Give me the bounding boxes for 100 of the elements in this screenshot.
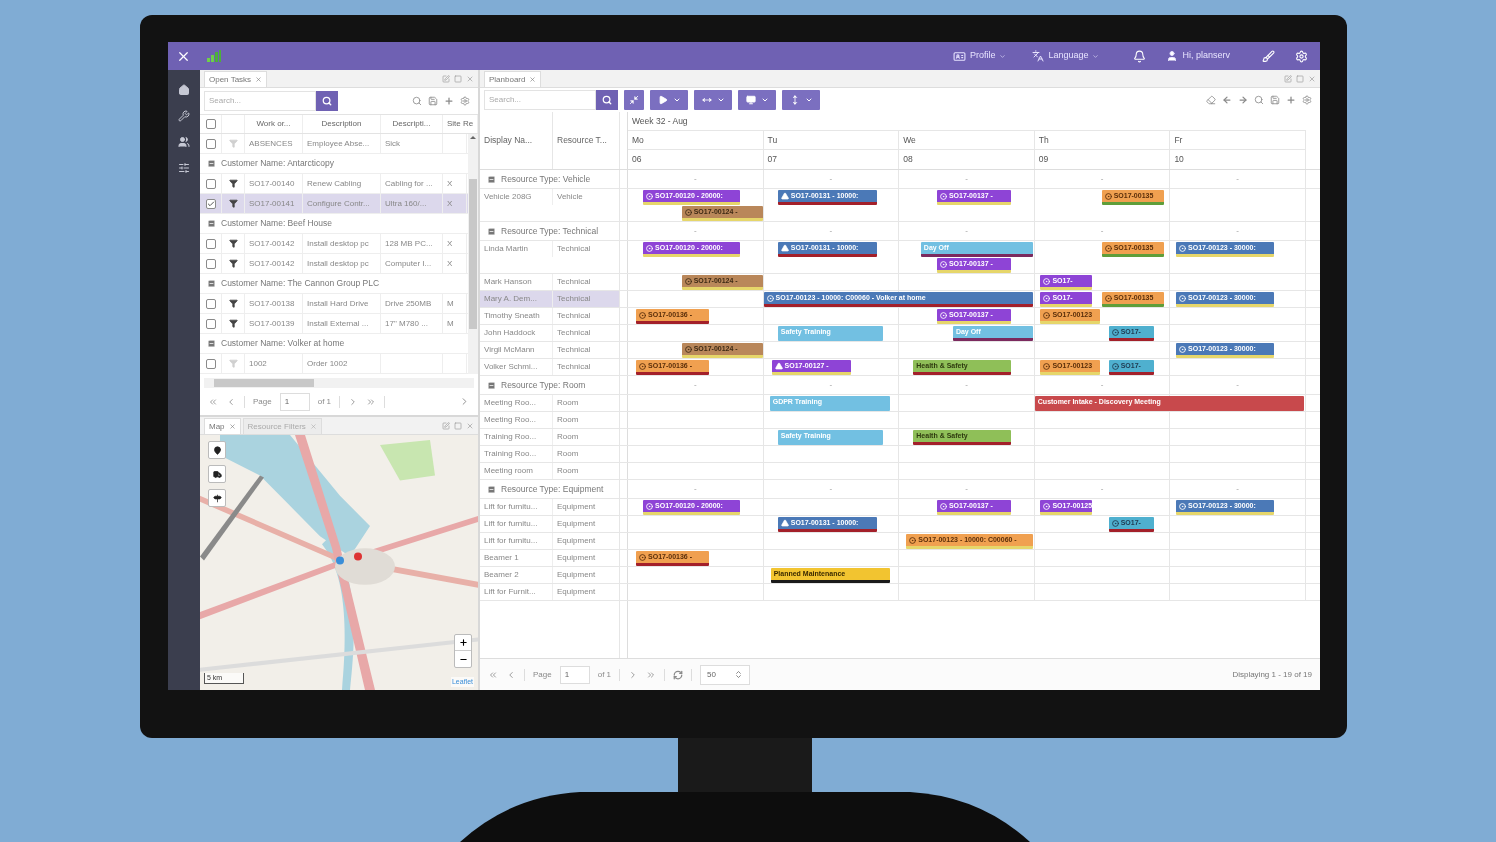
save-icon[interactable] [1270,95,1280,105]
task-row[interactable]: SO17-00142 Install desktop pc 128 MB PC... X [200,234,468,254]
close-icon[interactable] [228,423,236,430]
edit-icon[interactable] [442,74,450,83]
filter-icon[interactable] [228,199,238,208]
column-header[interactable]: Descripti... [381,115,443,133]
task-row[interactable]: SO17-00140 Renew Cabling Cabling for ... X [200,174,468,194]
first-page-icon[interactable] [488,669,498,680]
filter-icon[interactable] [228,299,238,308]
table-cell: Room [557,465,579,477]
eraser-icon[interactable] [1206,95,1216,105]
refresh-icon[interactable] [673,669,684,680]
filter-icon[interactable] [228,319,238,328]
edit-icon[interactable] [442,421,450,430]
search-icon[interactable] [1254,95,1264,105]
notifications-icon[interactable] [1133,49,1147,63]
collapse-icon[interactable] [487,380,496,390]
close-icon[interactable] [529,76,537,83]
table-cell: Technical [557,243,591,255]
scrollbar[interactable] [468,134,478,374]
collapse-button[interactable] [624,90,644,110]
previous-page-icon[interactable] [506,669,516,680]
page-size-field[interactable]: 50 [700,664,751,685]
add-icon[interactable] [444,96,454,106]
task-row[interactable]: SO17-00142 Install desktop pc Computer I... X [200,254,468,274]
table-cell: Technical [557,293,591,305]
column-header[interactable]: Display Na... [480,112,553,169]
language-menu[interactable]: Language [1032,49,1100,63]
collapse-icon[interactable] [207,219,216,228]
checkbox[interactable] [205,358,216,369]
collapse-icon[interactable] [207,339,216,348]
search-field[interactable]: Search... [484,90,596,110]
task-row[interactable]: SO17-00139 Install External ... 17" M780 ... M [200,314,468,334]
signpost-button[interactable] [208,489,226,507]
close-icon[interactable] [255,76,263,83]
arrow-left-icon[interactable] [1222,95,1232,105]
collapse-icon[interactable] [487,226,496,236]
last-page-icon[interactable] [366,396,377,407]
first-page-icon[interactable] [208,396,218,407]
vertical-button[interactable] [782,90,820,110]
display-button[interactable] [738,90,776,110]
search-button[interactable] [596,90,618,110]
checkbox[interactable] [205,318,216,329]
search-field[interactable]: Search... [204,91,316,111]
tab[interactable]: Open Tasks [204,71,268,87]
search-button[interactable] [316,91,338,111]
page-field[interactable]: 1 [559,665,590,684]
checkbox[interactable] [205,198,216,209]
filter-icon[interactable] [228,179,238,188]
checkbox[interactable] [205,138,216,149]
profile-menu[interactable]: Profile [952,49,1007,63]
previous-page-icon[interactable] [226,396,236,407]
horizontal-button[interactable] [694,90,732,110]
collapse-icon[interactable] [487,484,496,494]
column-header[interactable]: Work or... [245,115,303,133]
logo-icon[interactable] [207,50,221,62]
empty-marker: - [693,483,697,495]
task-row[interactable]: ABSENCES Employee Abse... Sick [200,134,468,154]
tab[interactable]: Map [204,418,241,434]
sliders-icon[interactable] [178,162,190,174]
task-row[interactable]: 1002 Order 1002 [200,354,468,374]
truck-button[interactable] [208,465,226,483]
brush-icon[interactable] [1262,49,1275,63]
collapse-icon[interactable] [207,279,216,288]
checkbox[interactable] [205,119,216,129]
empty-marker: - [829,379,833,391]
collapse-icon[interactable] [487,174,496,184]
column-header[interactable]: Resource T... [553,112,620,169]
clock-icon [1111,519,1119,527]
signpost-icon [212,493,222,503]
settings-icon[interactable] [1302,95,1312,105]
wrench-icon[interactable] [178,110,190,122]
task-row[interactable]: SO17-00138 Install Hard Drive Drive 250MB M [200,294,468,314]
resource-row[interactable]: Mary A. Dem... Technical [480,291,620,307]
clock-icon [646,244,654,252]
users-icon[interactable] [178,136,190,148]
page-field[interactable]: 1 [279,392,310,411]
filter-icon[interactable] [228,259,238,268]
arrow-right-icon[interactable] [1238,95,1248,105]
home-icon[interactable] [178,84,190,96]
settings-icon[interactable] [460,96,470,106]
column-header[interactable]: Description [303,115,381,133]
save-icon[interactable] [428,96,438,106]
empty-marker: - [693,225,697,237]
task-row[interactable]: SO17-00141 Configure Contr... Ultra 160/... X [200,194,468,214]
search-icon[interactable] [412,96,422,106]
checkbox[interactable] [205,298,216,309]
pin-button[interactable] [208,441,226,459]
filter-icon[interactable] [228,239,238,248]
checkbox[interactable] [205,178,216,189]
user-menu[interactable]: Hi, planserv [1166,49,1230,63]
play-button[interactable] [650,90,688,110]
collapse-icon[interactable] [207,159,216,168]
checkbox[interactable] [205,258,216,269]
scrollbar[interactable] [204,378,474,388]
empty-marker: - [965,483,968,495]
tab[interactable]: Planboard [484,71,542,87]
add-icon[interactable] [1286,95,1296,105]
edit-icon[interactable] [1284,74,1292,83]
checkbox[interactable] [205,238,216,249]
